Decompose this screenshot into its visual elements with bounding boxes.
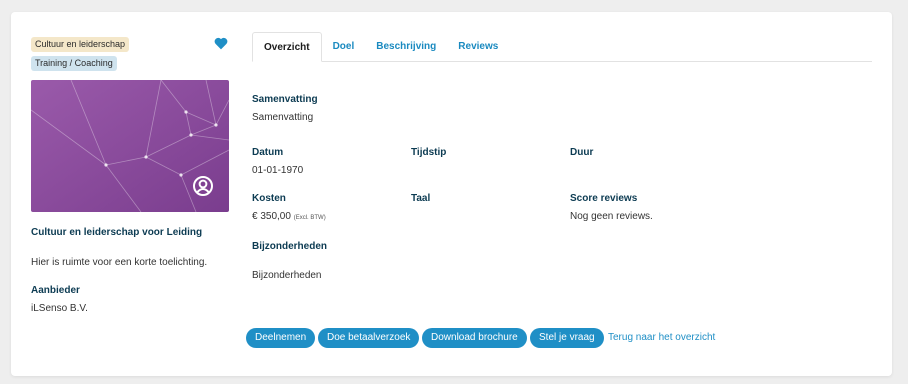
summary-value: Samenvatting [252,112,314,123]
summary-label: Samenvatting [252,94,318,105]
download-brochure-button[interactable]: Download brochure [422,328,527,348]
cost-amount: € 350,00 [252,211,291,222]
course-sidebar: Cultuur en leiderschap Training / Coachi… [31,34,231,314]
ask-question-button[interactable]: Stel je vraag [530,328,604,348]
cost-note: (Excl. BTW) [293,215,326,221]
payment-request-button[interactable]: Doe betaalverzoek [318,328,420,348]
date-value: 01-01-1970 [252,165,304,176]
score-value: Nog geen reviews. [570,211,653,222]
cost-value: € 350,00 (Excl. BTW) [252,211,326,222]
provider-value: iLSenso B.V. [31,303,88,314]
course-description: Hier is ruimte voor een korte toelichtin… [31,257,208,268]
tab-beschrijving[interactable]: Beschrijving [365,32,447,62]
course-title: Cultuur en leiderschap voor Leiding [31,227,203,238]
tab-doel[interactable]: Doel [322,32,366,62]
back-to-overview-link[interactable]: Terug naar het overzicht [608,328,715,348]
type-tag[interactable]: Training / Coaching [31,56,117,71]
particulars-value: Bijzonderheden [252,270,322,281]
course-image [31,80,229,212]
time-label: Tijdstip [411,147,447,158]
tab-reviews[interactable]: Reviews [447,32,509,62]
particulars-label: Bijzonderheden [252,241,328,252]
join-button[interactable]: Deelnemen [246,328,316,348]
provider-label: Aanbieder [31,285,80,296]
date-label: Datum [252,147,284,158]
score-label: Score reviews [570,193,638,204]
tab-overzicht[interactable]: Overzicht [252,32,322,62]
tab-bar: Overzicht Doel Beschrijving Reviews [252,32,872,62]
language-label: Taal [411,193,431,204]
course-card: Cultuur en leiderschap Training / Coachi… [11,12,892,376]
duration-label: Duur [570,147,594,158]
cost-label: Kosten [252,193,286,204]
category-tag[interactable]: Cultuur en leiderschap [31,37,130,52]
heart-icon[interactable] [214,37,228,50]
